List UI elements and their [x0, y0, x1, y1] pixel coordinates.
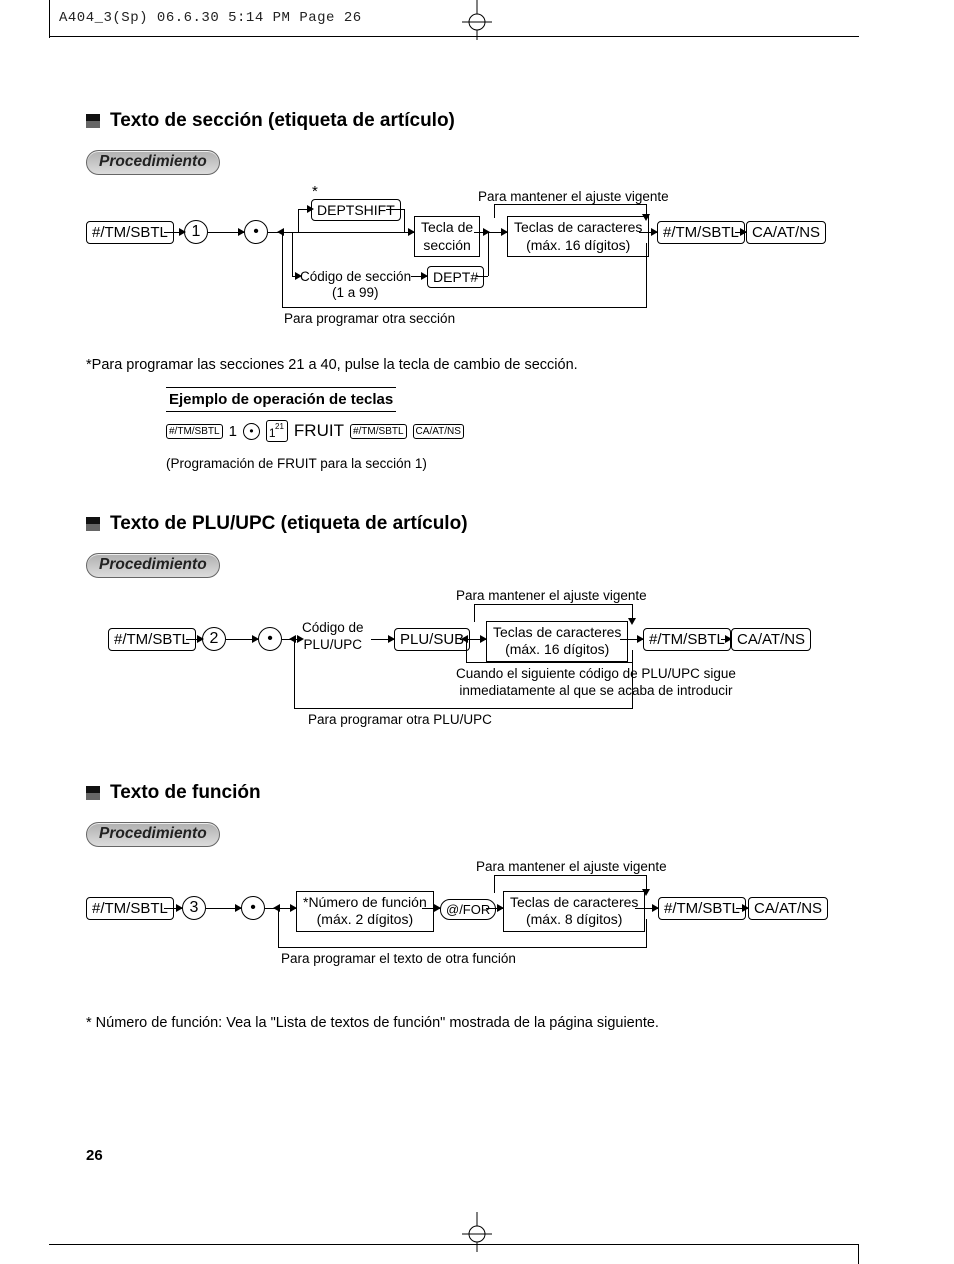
asterisk: *: [312, 183, 318, 200]
label-cuando: Cuando el siguiente código de PLU/UPC si…: [456, 666, 736, 700]
section-title: Texto de función: [110, 782, 261, 804]
section-heading-2: Texto de PLU/UPC (etiqueta de artículo): [86, 513, 866, 535]
ex-key-1-21: 1 21: [266, 420, 288, 442]
key-for: @/FOR: [440, 899, 496, 920]
label-caracteres: Teclas de caracteres (máx. 8 dígitos): [503, 891, 645, 932]
key-dot: •: [244, 220, 268, 244]
ex-key-sup: 21: [275, 422, 284, 431]
procedimiento-badge: Procedimiento: [86, 150, 220, 175]
bullet-icon: [86, 114, 100, 128]
label-caracteres: Teclas de caracteres (máx. 16 dígitos): [486, 621, 628, 662]
diagram-3: #/TM/SBTL 3 • *Número de función (máx. 2…: [86, 853, 866, 983]
example-note: (Programación de FRUIT para la sección 1…: [166, 456, 866, 473]
section-heading-3: Texto de función: [86, 782, 866, 804]
key-dot: •: [241, 896, 265, 920]
key-caatns: CA/AT/NS: [746, 221, 826, 244]
key-tmsbtl-2: #/TM/SBTL: [658, 897, 746, 920]
crop-mark-icon: [422, 0, 532, 40]
procedimiento-badge: Procedimiento: [86, 553, 220, 578]
crop-mark-icon: [422, 1212, 532, 1252]
ex-key-tmsbtl: #/TM/SBTL: [166, 424, 223, 439]
key-2: 2: [202, 627, 226, 651]
key-caatns: CA/AT/NS: [731, 628, 811, 651]
label-mantener: Para mantener el ajuste vigente: [476, 859, 667, 876]
bullet-icon: [86, 517, 100, 531]
crop-line: [49, 1244, 859, 1245]
bullet-icon: [86, 786, 100, 800]
label-otra: Para programar el texto de otra función: [281, 951, 516, 968]
key-dot: •: [258, 627, 282, 651]
crop-line: [49, 0, 50, 38]
label-tecla-seccion: Tecla de sección: [414, 216, 480, 257]
key-tmsbtl-2: #/TM/SBTL: [657, 221, 745, 244]
key-tmsbtl: #/TM/SBTL: [86, 897, 174, 920]
label-codigo-plu: Código de PLU/UPC: [302, 620, 364, 654]
diagram-2: #/TM/SBTL 2 • Código de PLU/UPC PLU/SUB …: [86, 584, 866, 754]
example-row: #/TM/SBTL 1 • 1 21 FRUIT #/TM/SBTL CA/AT…: [166, 420, 866, 442]
procedimiento-badge: Procedimiento: [86, 822, 220, 847]
diagram-1: #/TM/SBTL 1 • * DEPTSHIFT Tecla de secci…: [86, 181, 866, 351]
ex-1: 1: [229, 423, 237, 440]
ex-key-tmsbtl2: #/TM/SBTL: [350, 424, 407, 439]
label-rango: (1 a 99): [332, 285, 379, 302]
key-tmsbtl: #/TM/SBTL: [86, 221, 174, 244]
label-caracteres: Teclas de caracteres (máx. 16 dígitos): [507, 216, 649, 257]
key-tmsbtl-2: #/TM/SBTL: [643, 628, 731, 651]
section-heading-1: Texto de sección (etiqueta de artículo): [86, 110, 866, 132]
ex-fruit: FRUIT: [294, 421, 344, 441]
section1-footnote: *Para programar las secciones 21 a 40, p…: [86, 357, 866, 373]
key-3: 3: [182, 896, 206, 920]
crop-line: [858, 1244, 859, 1264]
key-tmsbtl: #/TM/SBTL: [108, 628, 196, 651]
label-otra: Para programar otra sección: [284, 311, 455, 328]
page: A404_3(Sp) 06.6.30 5:14 PM Page 26 Texto…: [0, 0, 954, 1264]
section-title: Texto de PLU/UPC (etiqueta de artículo): [110, 513, 468, 535]
print-header: A404_3(Sp) 06.6.30 5:14 PM Page 26: [59, 10, 362, 26]
section-title: Texto de sección (etiqueta de artículo): [110, 110, 455, 132]
label-numfunc: *Número de función (máx. 2 dígitos): [296, 891, 434, 932]
example-heading: Ejemplo de operación de teclas: [166, 387, 396, 412]
label-mantener: Para mantener el ajuste vigente: [456, 588, 647, 605]
section3-footnote: * Número de función: Vea la "Lista de te…: [86, 1015, 866, 1031]
key-1: 1: [184, 220, 208, 244]
ex-key-caatns: CA/AT/NS: [413, 424, 464, 439]
label-codigo: Código de sección: [300, 269, 411, 286]
page-number: 26: [86, 1147, 103, 1164]
content: Texto de sección (etiqueta de artículo) …: [86, 110, 866, 1031]
label-otra: Para programar otra PLU/UPC: [308, 712, 492, 729]
key-plusub: PLU/SUB: [394, 628, 470, 651]
key-caatns: CA/AT/NS: [748, 897, 828, 920]
ex-dot: •: [243, 423, 260, 440]
example-block: Ejemplo de operación de teclas #/TM/SBTL…: [166, 387, 866, 473]
